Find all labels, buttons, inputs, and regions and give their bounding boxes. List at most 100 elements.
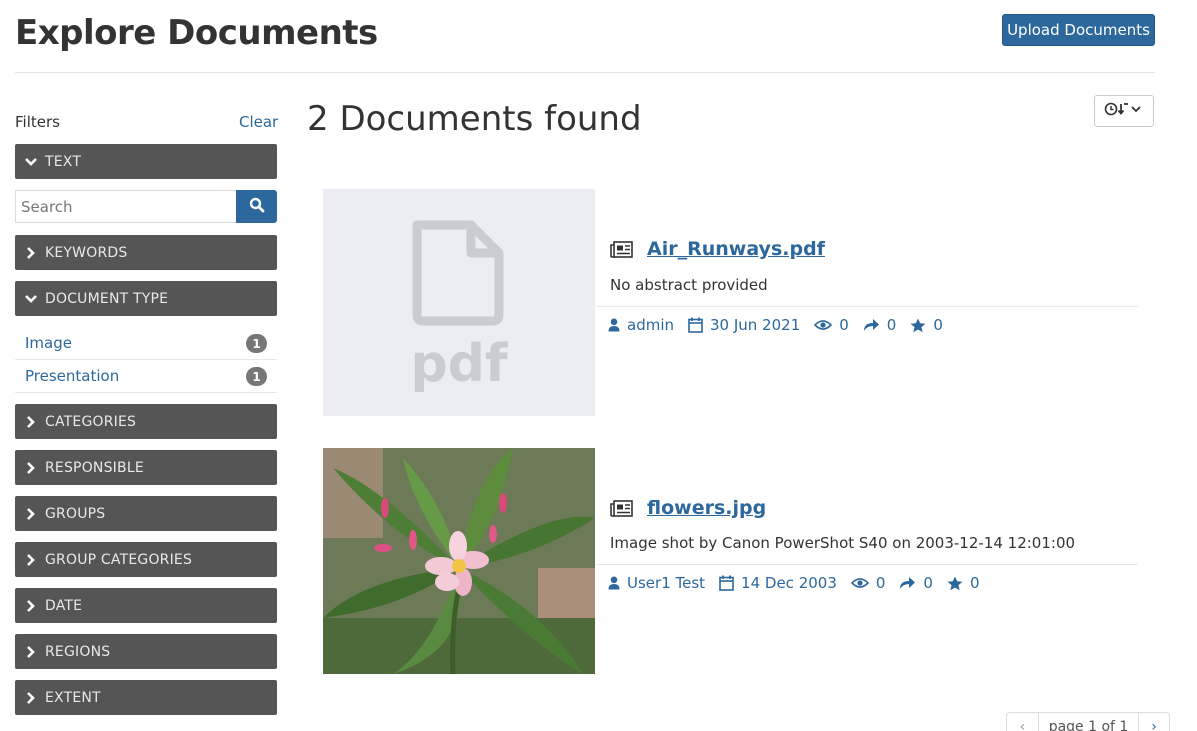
svg-text:pdf: pdf	[410, 334, 508, 394]
pdf-thumbnail[interactable]: pdf	[323, 189, 595, 416]
facet-regions[interactable]: REGIONS	[15, 634, 277, 669]
owner-link[interactable]: admin	[608, 316, 674, 334]
page-title: Explore Documents	[15, 13, 378, 53]
facet-label: GROUP CATEGORIES	[45, 551, 193, 568]
pagination: ‹ page 1 of 1 ›	[1006, 712, 1170, 731]
pagination-next-button[interactable]: ›	[1139, 713, 1169, 731]
chevron-down-icon	[23, 154, 39, 170]
document-type-presentation[interactable]: Presentation 1	[15, 360, 277, 393]
calendar-icon	[688, 317, 703, 333]
count-badge: 1	[246, 367, 267, 386]
views-count: 0	[814, 316, 849, 334]
facet-responsible[interactable]: RESPONSIBLE	[15, 450, 277, 485]
document-type-image[interactable]: Image 1	[15, 327, 277, 360]
document-meta: admin 30 Jun 2021 0 0 0	[608, 316, 957, 334]
owner-name: admin	[627, 316, 674, 334]
document-meta: User1 Test 14 Dec 2003 0 0 0	[608, 574, 994, 592]
eye-icon	[850, 578, 869, 588]
calendar-icon	[719, 575, 734, 591]
document-title-link[interactable]: Air_Runways.pdf	[610, 238, 825, 260]
facet-label: EXTENT	[45, 689, 101, 706]
facet-label: DATE	[45, 597, 83, 614]
pagination-label: page 1 of 1	[1039, 713, 1139, 731]
star-icon	[910, 318, 926, 332]
rating-value: 0	[969, 574, 980, 592]
share-icon	[863, 319, 879, 331]
facet-label: TEXT	[45, 153, 82, 170]
user-icon	[608, 576, 620, 590]
date-value: 30 Jun 2021	[710, 316, 801, 334]
facet-document-type[interactable]: DOCUMENT TYPE	[15, 281, 277, 316]
pdf-file-icon: pdf	[410, 220, 509, 394]
facet-group-categories[interactable]: GROUP CATEGORIES	[15, 542, 277, 577]
facet-text[interactable]: TEXT	[15, 144, 277, 179]
facet-categories[interactable]: CATEGORIES	[15, 404, 277, 439]
views-value: 0	[839, 316, 849, 334]
search-button[interactable]	[236, 190, 277, 223]
newspaper-icon	[610, 499, 633, 517]
facet-label: GROUPS	[45, 505, 106, 522]
card-divider	[597, 564, 1138, 565]
flower-photo	[323, 448, 595, 674]
shares-value: 0	[886, 316, 897, 334]
search-icon	[249, 197, 265, 217]
views-value: 0	[875, 574, 886, 592]
chevron-down-icon	[23, 291, 39, 307]
search-box	[15, 190, 277, 223]
document-type-label: Presentation	[25, 367, 120, 385]
shares-count: 0	[863, 316, 897, 334]
document-type-label: Image	[25, 334, 72, 352]
date-value: 14 Dec 2003	[741, 574, 837, 592]
chevron-right-icon	[23, 644, 39, 660]
shares-value: 0	[923, 574, 933, 592]
chevron-right-icon	[23, 460, 39, 476]
newspaper-icon	[610, 240, 633, 258]
search-input[interactable]	[15, 190, 237, 223]
chevron-right-icon	[23, 598, 39, 614]
facet-groups[interactable]: GROUPS	[15, 496, 277, 531]
sort-clock-icon	[1104, 101, 1144, 121]
facet-label: CATEGORIES	[45, 413, 137, 430]
date-link[interactable]: 30 Jun 2021	[688, 316, 800, 334]
share-icon	[900, 577, 916, 589]
chevron-right-icon	[23, 245, 39, 261]
owner-name: User1 Test	[627, 574, 706, 592]
facet-label: KEYWORDS	[45, 244, 128, 261]
facet-label: REGIONS	[45, 643, 111, 660]
document-title-link[interactable]: flowers.jpg	[610, 497, 766, 519]
pagination-prev-button[interactable]: ‹	[1007, 713, 1039, 731]
facet-extent[interactable]: EXTENT	[15, 680, 277, 715]
chevron-right-icon	[23, 552, 39, 568]
chevron-right-icon	[23, 506, 39, 522]
document-title: flowers.jpg	[647, 497, 767, 519]
facet-keywords[interactable]: KEYWORDS	[15, 235, 277, 270]
rating-value: 0	[933, 316, 943, 334]
document-title: Air_Runways.pdf	[647, 238, 825, 260]
facet-label: RESPONSIBLE	[45, 459, 144, 476]
shares-count: 0	[899, 574, 933, 592]
flower-photo-thumbnail[interactable]	[323, 448, 595, 674]
count-badge: 1	[246, 334, 267, 353]
card-divider	[597, 306, 1138, 307]
rating-count: 0	[910, 316, 943, 334]
date-link[interactable]: 14 Dec 2003	[719, 574, 837, 592]
chevron-left-icon: ‹	[1019, 719, 1026, 731]
facet-date[interactable]: DATE	[15, 588, 277, 623]
owner-link[interactable]: User1 Test	[608, 574, 705, 592]
views-count: 0	[850, 574, 886, 592]
clear-filters-link[interactable]: Clear	[239, 113, 278, 131]
results-count: 2 Documents found	[307, 99, 642, 139]
chevron-right-icon: ›	[1151, 719, 1157, 731]
header-divider	[15, 72, 1155, 73]
user-icon	[608, 318, 620, 332]
document-abstract: No abstract provided	[610, 276, 768, 294]
eye-icon	[814, 320, 833, 330]
rating-count: 0	[947, 574, 980, 592]
chevron-right-icon	[23, 414, 39, 430]
facet-label: DOCUMENT TYPE	[45, 290, 169, 307]
filters-label: Filters	[15, 113, 60, 131]
star-icon	[947, 576, 963, 590]
sort-button[interactable]	[1094, 95, 1154, 127]
upload-documents-button[interactable]: Upload Documents	[1002, 14, 1155, 46]
chevron-right-icon	[23, 690, 39, 706]
